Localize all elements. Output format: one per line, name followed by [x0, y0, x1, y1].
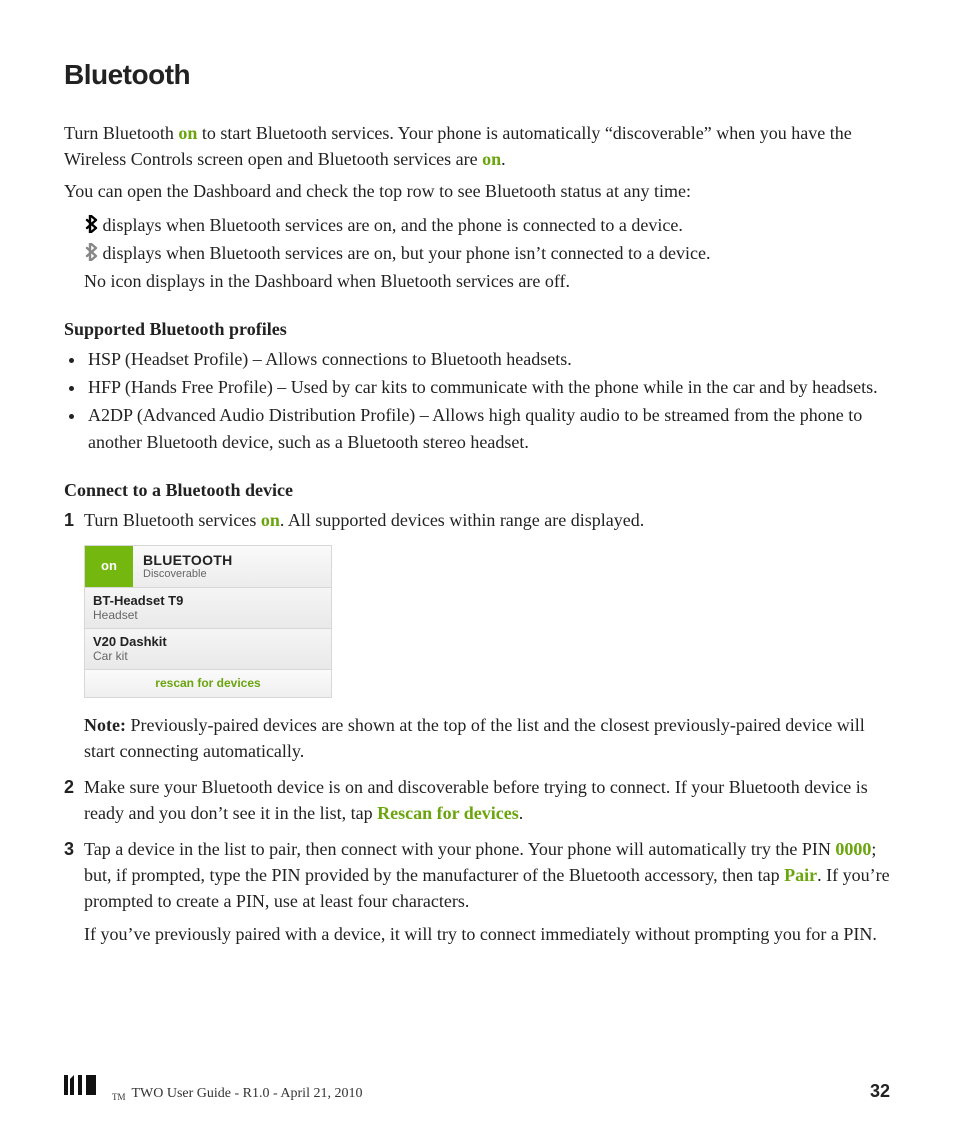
status-line-connected: displays when Bluetooth services are on,… — [84, 212, 890, 240]
step-3-text-2: If you’ve previously paired with a devic… — [84, 921, 890, 947]
panel-subtitle: Discoverable — [143, 568, 233, 581]
connect-steps: 1 Turn Bluetooth services on. All suppor… — [64, 507, 890, 953]
step-2: 2 Make sure your Bluetooth device is on … — [64, 774, 890, 832]
device-row[interactable]: V20 Dashkit Car kit — [84, 629, 332, 670]
connect-heading: Connect to a Bluetooth device — [64, 477, 890, 503]
step-1: 1 Turn Bluetooth services on. All suppor… — [64, 507, 890, 770]
page-footer: TM TWO User Guide - R1.0 - April 21, 201… — [64, 1073, 890, 1104]
step-2-text: Make sure your Bluetooth device is on an… — [84, 774, 890, 826]
page-number: 32 — [870, 1078, 890, 1104]
step-1-text: Turn Bluetooth services on. All supporte… — [84, 507, 890, 533]
kin-logo-icon — [64, 1073, 104, 1104]
footer-text: TWO User Guide - R1.0 - April 21, 2010 — [132, 1084, 363, 1104]
text: Turn Bluetooth services — [84, 510, 261, 530]
device-row[interactable]: BT-Headset T9 Headset — [84, 588, 332, 629]
panel-title: BLUETOOTH — [143, 552, 233, 568]
rescan-button[interactable]: rescan for devices — [84, 670, 332, 698]
on-keyword: on — [482, 149, 501, 169]
pair-keyword: Pair — [784, 865, 817, 885]
intro-para-1: Turn Bluetooth on to start Bluetooth ser… — [64, 120, 890, 172]
device-name: V20 Dashkit — [93, 634, 323, 650]
on-keyword: on — [261, 510, 280, 530]
status-icon-legend: displays when Bluetooth services are on,… — [84, 212, 890, 294]
step-number: 3 — [64, 836, 84, 952]
panel-header: on BLUETOOTH Discoverable — [84, 545, 332, 588]
step-number: 1 — [64, 507, 84, 770]
text: displays when Bluetooth services are on,… — [103, 215, 683, 235]
note-label: Note: — [84, 715, 126, 735]
text: displays when Bluetooth services are on,… — [103, 243, 711, 263]
step-3: 3 Tap a device in the list to pair, then… — [64, 836, 890, 952]
step-number: 2 — [64, 774, 84, 832]
panel-title-block: BLUETOOTH Discoverable — [133, 546, 243, 587]
tm-mark: TM — [112, 1091, 126, 1104]
text: Turn Bluetooth — [64, 123, 178, 143]
text: Previously-paired devices are shown at t… — [84, 715, 865, 761]
status-line-on-not-connected: displays when Bluetooth services are on,… — [84, 240, 890, 268]
bluetooth-toggle-on[interactable]: on — [85, 546, 133, 587]
intro-para-2: You can open the Dashboard and check the… — [64, 178, 890, 204]
device-name: BT-Headset T9 — [93, 593, 323, 609]
device-type: Car kit — [93, 649, 323, 663]
profile-item: HFP (Hands Free Profile) – Used by car k… — [86, 374, 890, 400]
text: . All supported devices within range are… — [280, 510, 644, 530]
profiles-heading: Supported Bluetooth profiles — [64, 316, 890, 342]
text: . — [519, 803, 524, 823]
bluetooth-device-panel: on BLUETOOTH Discoverable BT-Headset T9 … — [84, 545, 332, 698]
pin-keyword: 0000 — [835, 839, 871, 859]
bluetooth-on-icon — [84, 242, 98, 268]
profiles-list: HSP (Headset Profile) – Allows connectio… — [86, 346, 890, 454]
profile-item: A2DP (Advanced Audio Distribution Profil… — [86, 402, 890, 454]
bluetooth-connected-icon — [84, 214, 98, 240]
step-1-note: Note: Previously-paired devices are show… — [84, 712, 890, 764]
on-keyword: on — [178, 123, 197, 143]
text: Tap a device in the list to pair, then c… — [84, 839, 835, 859]
page-title: Bluetooth — [64, 55, 890, 96]
profile-item: HSP (Headset Profile) – Allows connectio… — [86, 346, 890, 372]
text: . — [501, 149, 506, 169]
step-3-text: Tap a device in the list to pair, then c… — [84, 836, 890, 914]
device-type: Headset — [93, 608, 323, 622]
rescan-keyword: Rescan for devices — [377, 803, 519, 823]
status-line-off: No icon displays in the Dashboard when B… — [84, 268, 890, 294]
